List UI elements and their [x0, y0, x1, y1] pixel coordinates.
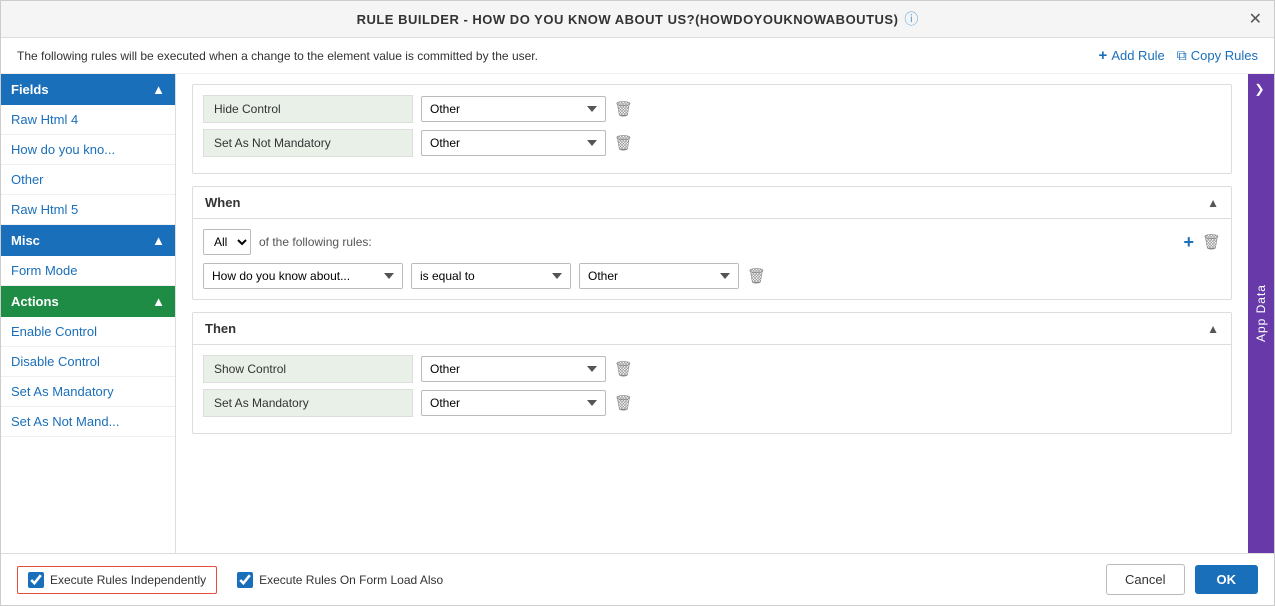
action-select-hide-control[interactable]: Other [421, 96, 606, 122]
then-section-body: Show Control Other 🗑 Set As Mandatory Ot… [193, 345, 1231, 433]
copy-rules-button[interactable]: ⧉ Copy Rules [1177, 47, 1258, 64]
sidebar: Fields ▲ Raw Html 4 How do you kno... Ot… [1, 74, 176, 553]
then-row-1: Set As Mandatory Other 🗑 [203, 389, 1221, 417]
close-button[interactable]: ✕ [1249, 9, 1262, 29]
modal-header: RULE BUILDER - HOW DO YOU KNOW ABOUT US?… [1, 1, 1274, 38]
subheader-actions: + Add Rule ⧉ Copy Rules [1099, 47, 1258, 64]
then-label-set-mandatory: Set As Mandatory [203, 389, 413, 417]
when-add-button[interactable]: + [1183, 233, 1194, 251]
sidebar-item-set-as-not-mandatory[interactable]: Set As Not Mand... [1, 407, 175, 437]
execute-on-load-group: Execute Rules On Form Load Also [237, 572, 443, 588]
actions-label: Actions [11, 294, 59, 309]
fields-label: Fields [11, 82, 49, 97]
main-content: Hide Control Other 🗑 Set As Not Mandator… [176, 74, 1248, 553]
action-label-hide-control: Hide Control [203, 95, 413, 123]
sidebar-misc-header[interactable]: Misc ▲ [1, 225, 175, 256]
footer-right: Cancel OK [1106, 564, 1258, 595]
action-row-0: Hide Control Other 🗑 [203, 95, 1221, 123]
modal-subheader: The following rules will be executed whe… [1, 38, 1274, 74]
delete-action-0[interactable]: 🗑 [614, 100, 633, 118]
info-icon[interactable]: ⓘ [904, 9, 918, 29]
when-row: All of the following rules: + 🗑 [203, 229, 1221, 255]
top-actions-body: Hide Control Other 🗑 Set As Not Mandator… [193, 85, 1231, 173]
sidebar-fields-header[interactable]: Fields ▲ [1, 74, 175, 105]
then-row-0: Show Control Other 🗑 [203, 355, 1221, 383]
condition-operator-select[interactable]: is equal to [411, 263, 571, 289]
copy-icon: ⧉ [1177, 47, 1187, 64]
then-collapse-button[interactable]: ▲ [1207, 322, 1219, 336]
then-section: Then ▲ Show Control Other 🗑 Set As Manda… [192, 312, 1232, 434]
execute-independently-group: Execute Rules Independently [17, 566, 217, 594]
then-select-show-control[interactable]: Other [421, 356, 606, 382]
execute-independently-label: Execute Rules Independently [50, 573, 206, 587]
execute-on-load-label: Execute Rules On Form Load Also [259, 573, 443, 587]
then-delete-0[interactable]: 🗑 [614, 360, 633, 378]
when-collapse-button[interactable]: ▲ [1207, 196, 1219, 210]
add-rule-label: Add Rule [1111, 48, 1164, 63]
condition-delete-button[interactable]: 🗑 [747, 267, 766, 285]
actions-collapse-icon: ▲ [152, 294, 165, 309]
plus-icon: + [1099, 47, 1108, 64]
when-condition-row: How do you know about... is equal to Oth… [203, 263, 1221, 289]
top-actions-section: Hide Control Other 🗑 Set As Not Mandator… [192, 84, 1232, 174]
sidebar-item-raw-html-4[interactable]: Raw Html 4 [1, 105, 175, 135]
execute-on-load-checkbox[interactable] [237, 572, 253, 588]
of-following-label: of the following rules: [259, 235, 372, 249]
then-section-header: Then ▲ [193, 313, 1231, 345]
then-select-set-mandatory[interactable]: Other [421, 390, 606, 416]
condition-value-select[interactable]: Other [579, 263, 739, 289]
sidebar-item-other[interactable]: Other [1, 165, 175, 195]
right-sidebar[interactable]: ❯ App Data [1248, 74, 1274, 553]
sidebar-item-form-mode[interactable]: Form Mode [1, 256, 175, 286]
all-select[interactable]: All [203, 229, 251, 255]
subheader-text: The following rules will be executed whe… [17, 49, 538, 63]
sidebar-item-how-do-you-know[interactable]: How do you kno... [1, 135, 175, 165]
then-title: Then [205, 321, 236, 336]
sidebar-item-enable-control[interactable]: Enable Control [1, 317, 175, 347]
sidebar-item-set-as-mandatory[interactable]: Set As Mandatory [1, 377, 175, 407]
condition-field-select[interactable]: How do you know about... [203, 263, 403, 289]
cancel-button[interactable]: Cancel [1106, 564, 1184, 595]
then-label-show-control: Show Control [203, 355, 413, 383]
modal-body: Fields ▲ Raw Html 4 How do you kno... Ot… [1, 74, 1274, 553]
action-label-set-not-mandatory: Set As Not Mandatory [203, 129, 413, 157]
when-section-header: When ▲ [193, 187, 1231, 219]
when-section-body: All of the following rules: + 🗑 How do y… [193, 219, 1231, 299]
right-sidebar-label: App Data [1254, 284, 1268, 342]
fields-collapse-icon: ▲ [152, 82, 165, 97]
right-expand-icon: ❯ [1255, 82, 1268, 96]
footer-left: Execute Rules Independently Execute Rule… [17, 566, 443, 594]
when-section: When ▲ All of the following rules: + 🗑 [192, 186, 1232, 300]
delete-action-1[interactable]: 🗑 [614, 134, 633, 152]
execute-independently-checkbox[interactable] [28, 572, 44, 588]
sidebar-item-raw-html-5[interactable]: Raw Html 5 [1, 195, 175, 225]
when-title: When [205, 195, 240, 210]
modal-container: RULE BUILDER - HOW DO YOU KNOW ABOUT US?… [0, 0, 1275, 606]
then-delete-1[interactable]: 🗑 [614, 394, 633, 412]
modal-title: RULE BUILDER - HOW DO YOU KNOW ABOUT US?… [357, 12, 899, 27]
add-rule-button[interactable]: + Add Rule [1099, 47, 1165, 64]
ok-button[interactable]: OK [1195, 565, 1259, 594]
sidebar-actions-header[interactable]: Actions ▲ [1, 286, 175, 317]
misc-collapse-icon: ▲ [152, 233, 165, 248]
misc-label: Misc [11, 233, 40, 248]
sidebar-item-disable-control[interactable]: Disable Control [1, 347, 175, 377]
copy-rules-label: Copy Rules [1191, 48, 1258, 63]
when-delete-button[interactable]: 🗑 [1202, 233, 1221, 251]
action-select-not-mandatory[interactable]: Other [421, 130, 606, 156]
action-row-1: Set As Not Mandatory Other 🗑 [203, 129, 1221, 157]
modal-footer: Execute Rules Independently Execute Rule… [1, 553, 1274, 605]
